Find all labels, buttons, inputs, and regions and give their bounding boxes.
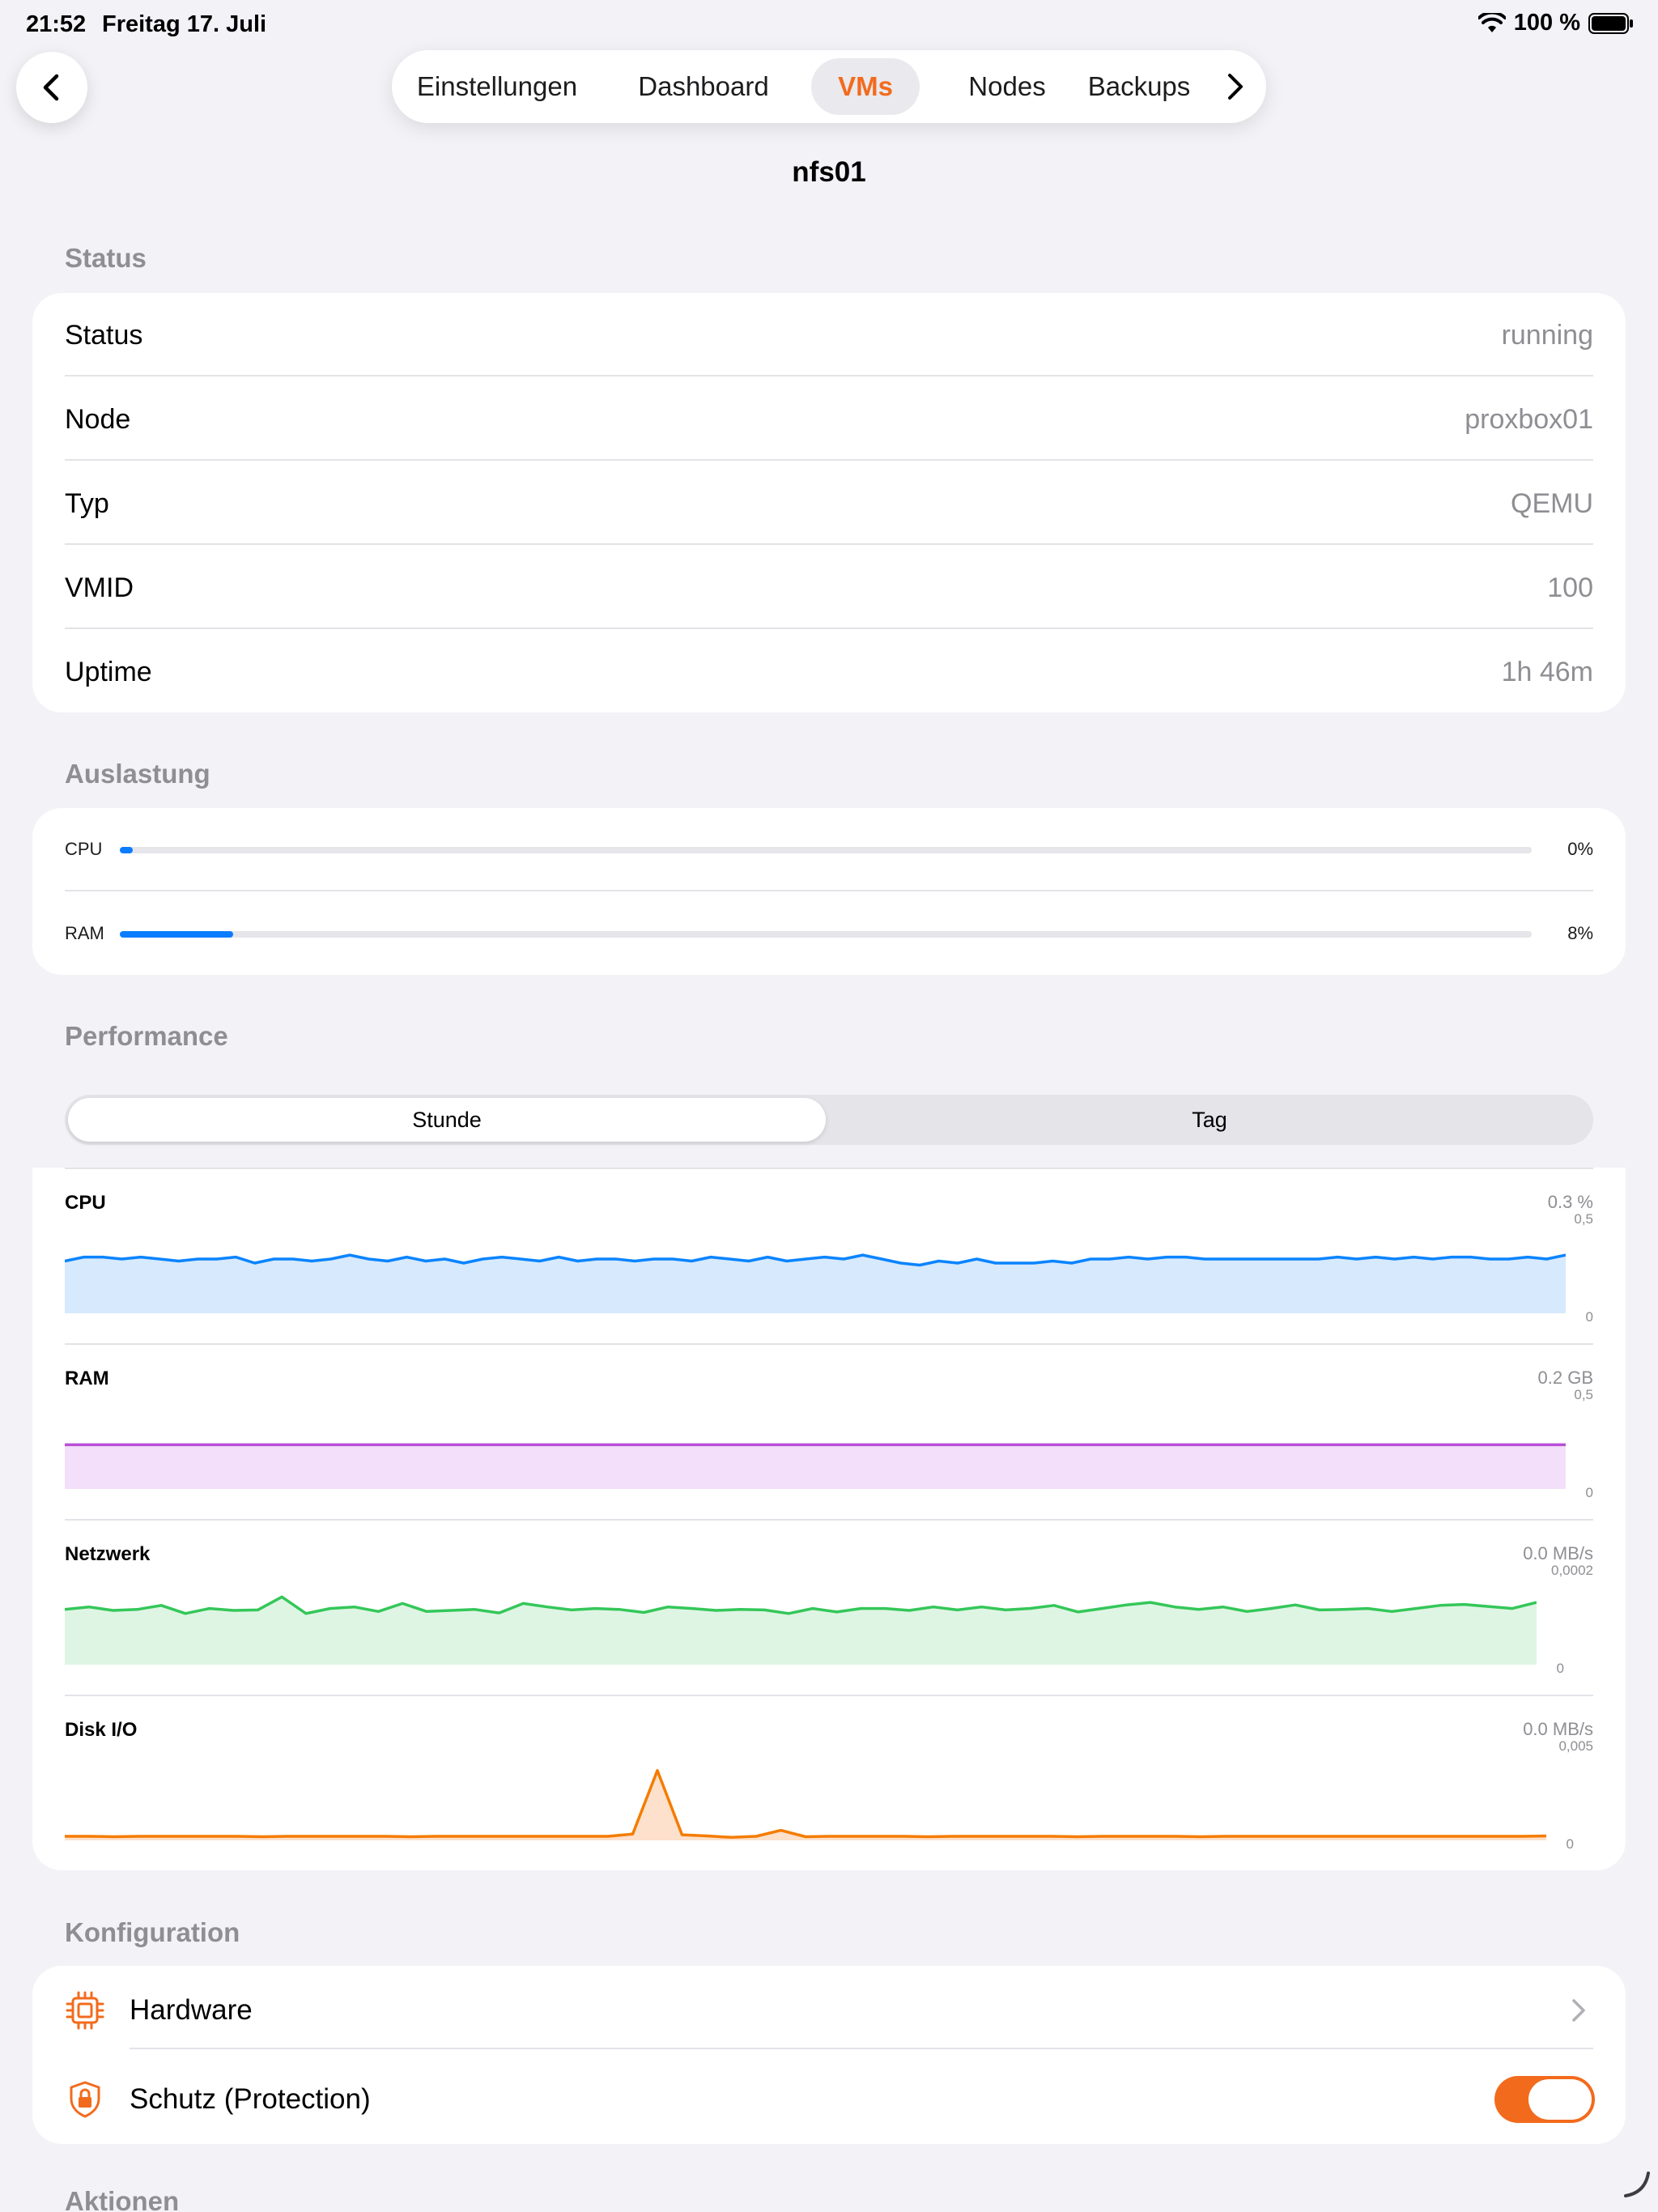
ram-chart: RAM 0.2 GB 0,5 0	[65, 1343, 1593, 1520]
cpu-chart: CPU 0.3 % 0,5 0	[65, 1168, 1593, 1344]
chart-y-max: 0,005	[1558, 1738, 1593, 1754]
ram-usage-fill	[120, 931, 233, 938]
chevron-right-icon[interactable]	[1219, 70, 1252, 103]
chart-y-max: 0,0002	[1551, 1563, 1593, 1578]
divider	[65, 890, 1593, 891]
row-value: proxbox01	[1465, 404, 1593, 435]
ram-usage-bar	[120, 931, 1532, 938]
resize-grabber-icon[interactable]	[1621, 2168, 1653, 2201]
divider	[65, 459, 1593, 461]
protection-row: Schutz (Protection)	[32, 2055, 1626, 2144]
status-card: Status running Node proxbox01 Typ QEMU V…	[32, 293, 1626, 713]
status-time: 21:52	[26, 11, 87, 37]
chart-area	[65, 1597, 1537, 1665]
ram-chart-plot	[65, 1443, 1566, 1489]
chart-area	[65, 1770, 1546, 1840]
node-row: Node proxbox01	[32, 377, 1626, 462]
ram-usage-label: RAM	[65, 923, 104, 943]
cpu-chart-plot	[65, 1253, 1566, 1313]
tab-backups[interactable]: Backups	[1072, 50, 1206, 123]
tab-bar: Einstellungen Dashboard VMs Nodes Backup…	[392, 50, 1266, 123]
segment-stunde[interactable]: Stunde	[68, 1095, 826, 1145]
config-card: Hardware Schutz (Protection)	[32, 1966, 1626, 2144]
type-row: Typ QEMU	[32, 462, 1626, 546]
row-value: 1h 46m	[1501, 657, 1593, 687]
lock-shield-icon	[70, 2081, 100, 2118]
row-label: VMID	[65, 572, 134, 603]
chart-y-min: 0	[1585, 1485, 1593, 1500]
performance-section-header: Performance	[65, 1021, 228, 1051]
segment-tag[interactable]: Tag	[829, 1095, 1590, 1145]
battery-percent: 100 %	[1513, 10, 1580, 36]
disk-io-chart: Disk I/O 0.0 MB/s 0,005 0	[65, 1695, 1593, 1871]
status-section-header: Status	[65, 243, 147, 273]
row-value: QEMU	[1511, 488, 1593, 519]
chart-area	[65, 1444, 1566, 1489]
row-label: Typ	[65, 488, 109, 519]
battery-icon	[1588, 12, 1633, 34]
status-bar: 21:52 Freitag 17. Juli 100 %	[0, 0, 1658, 52]
chart-y-min: 0	[1556, 1661, 1564, 1676]
vmid-row: VMID 100	[32, 546, 1626, 630]
row-label: Uptime	[65, 657, 152, 687]
divider	[65, 627, 1593, 629]
cpu-chip-icon	[66, 1991, 104, 2030]
cpu-usage-bar	[120, 847, 1532, 853]
cpu-usage-label: CPU	[65, 839, 103, 859]
ram-usage-value: 8%	[1567, 923, 1593, 943]
chart-y-min: 0	[1585, 1309, 1593, 1325]
hardware-label: Hardware	[130, 1994, 253, 2026]
chevron-right-icon	[1572, 1999, 1585, 2022]
page-title: nfs01	[792, 156, 866, 188]
chevron-left-icon	[43, 74, 59, 101]
chart-series-line	[65, 1768, 1546, 1840]
usage-card: CPU 0% RAM 8%	[32, 808, 1626, 975]
divider	[130, 2048, 1593, 2049]
hardware-row[interactable]: Hardware	[32, 1966, 1626, 2055]
usage-section-header: Auslastung	[65, 759, 210, 789]
tab-einstellungen[interactable]: Einstellungen	[408, 50, 586, 123]
wifi-icon	[1477, 12, 1506, 32]
back-button[interactable]	[16, 52, 87, 123]
network-chart-plot	[65, 1595, 1537, 1665]
row-value: 100	[1547, 572, 1593, 603]
time-range-control: Stunde Tag	[65, 1095, 1593, 1145]
tab-nodes[interactable]: Nodes	[942, 50, 1072, 123]
protection-toggle[interactable]	[1494, 2076, 1595, 2123]
cpu-usage-value: 0%	[1567, 839, 1593, 859]
chart-y-max: 0,5	[1574, 1387, 1593, 1402]
tab-vms[interactable]: VMs	[811, 50, 920, 123]
toggle-knob	[1528, 2079, 1592, 2120]
protection-label: Schutz (Protection)	[130, 2083, 371, 2115]
disk-io-chart-plot	[65, 1768, 1546, 1840]
row-label: Status	[65, 320, 143, 351]
chart-y-min: 0	[1566, 1836, 1574, 1852]
network-chart: Netzwerk 0.0 MB/s 0,0002 0	[65, 1519, 1593, 1695]
row-value: running	[1501, 320, 1593, 351]
chart-y-max: 0,5	[1574, 1211, 1593, 1227]
config-section-header: Konfiguration	[65, 1917, 240, 1947]
cpu-usage-fill	[120, 847, 133, 853]
status-right: 100 %	[1477, 10, 1634, 36]
status-row: Status running	[32, 293, 1626, 377]
chart-area	[65, 1255, 1566, 1313]
uptime-row: Uptime 1h 46m	[32, 630, 1626, 714]
divider	[65, 543, 1593, 545]
status-date: Freitag 17. Juli	[102, 11, 267, 37]
actions-section-header: Aktionen	[65, 2186, 180, 2212]
row-label: Node	[65, 404, 131, 435]
tab-dashboard[interactable]: Dashboard	[627, 50, 780, 123]
divider	[65, 375, 1593, 376]
